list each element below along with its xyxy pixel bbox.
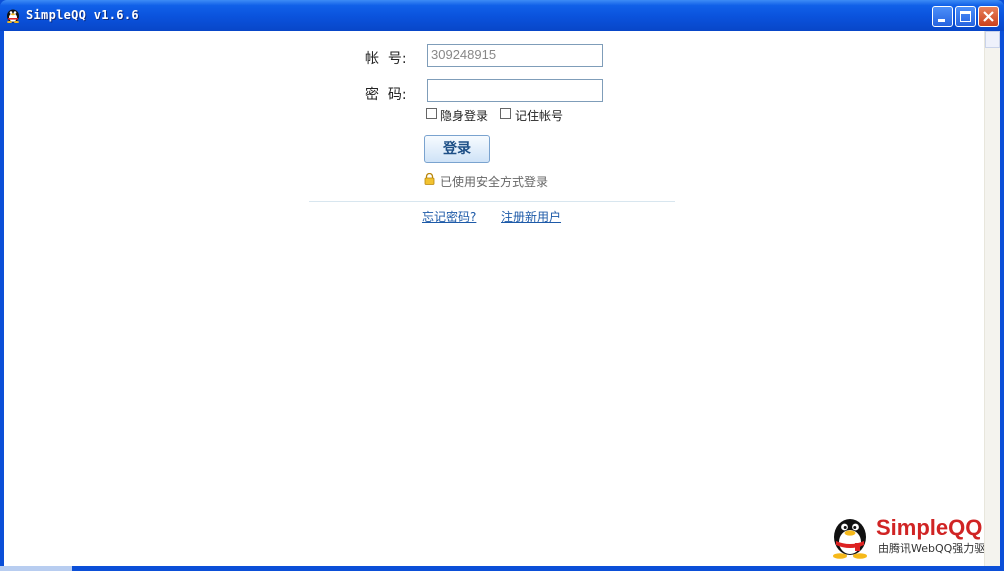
maximize-icon bbox=[960, 11, 971, 22]
divider bbox=[309, 201, 675, 202]
window-title: SimpleQQ v1.6.6 bbox=[26, 8, 139, 22]
minimize-button[interactable] bbox=[932, 6, 953, 27]
account-label: 帐 号: bbox=[365, 51, 407, 67]
login-button[interactable]: 登录 bbox=[424, 135, 490, 163]
minimize-icon bbox=[938, 19, 945, 22]
maximize-button[interactable] bbox=[955, 6, 976, 27]
close-button[interactable] bbox=[978, 6, 999, 27]
title-bar[interactable]: SimpleQQ v1.6.6 bbox=[0, 0, 1004, 31]
status-bar bbox=[0, 566, 72, 571]
invisible-login-checkbox[interactable] bbox=[426, 108, 437, 119]
account-input[interactable]: 309248915 bbox=[427, 44, 603, 67]
secure-login-text: 已使用安全方式登录 bbox=[440, 175, 549, 189]
password-label: 密 码: bbox=[365, 87, 407, 103]
app-window: SimpleQQ v1.6.6 帐 号: 309248915 密 码: 隐身登录… bbox=[0, 0, 1004, 571]
forgot-password-link[interactable]: 忘记密码? bbox=[422, 208, 476, 225]
close-icon bbox=[983, 11, 994, 22]
qq-penguin-icon bbox=[7, 9, 19, 23]
brand-tagline: 由腾讯WebQQ强力驱动 bbox=[878, 542, 997, 555]
qq-penguin-logo-icon bbox=[833, 519, 867, 559]
brand-name: SimpleQQ bbox=[876, 515, 983, 540]
login-panel: 帐 号: 309248915 密 码: 隐身登录 记住帐号 登录 已使用安全方式… bbox=[4, 31, 1000, 566]
remember-account-label[interactable]: 记住帐号 bbox=[515, 107, 563, 124]
vertical-scrollbar[interactable] bbox=[984, 31, 1000, 566]
invisible-login-label[interactable]: 隐身登录 bbox=[440, 107, 488, 124]
lock-icon bbox=[424, 173, 435, 185]
register-link[interactable]: 注册新用户 bbox=[501, 208, 561, 225]
remember-account-checkbox[interactable] bbox=[500, 108, 511, 119]
password-input[interactable] bbox=[427, 79, 603, 102]
scroll-up-button[interactable] bbox=[985, 31, 1000, 48]
